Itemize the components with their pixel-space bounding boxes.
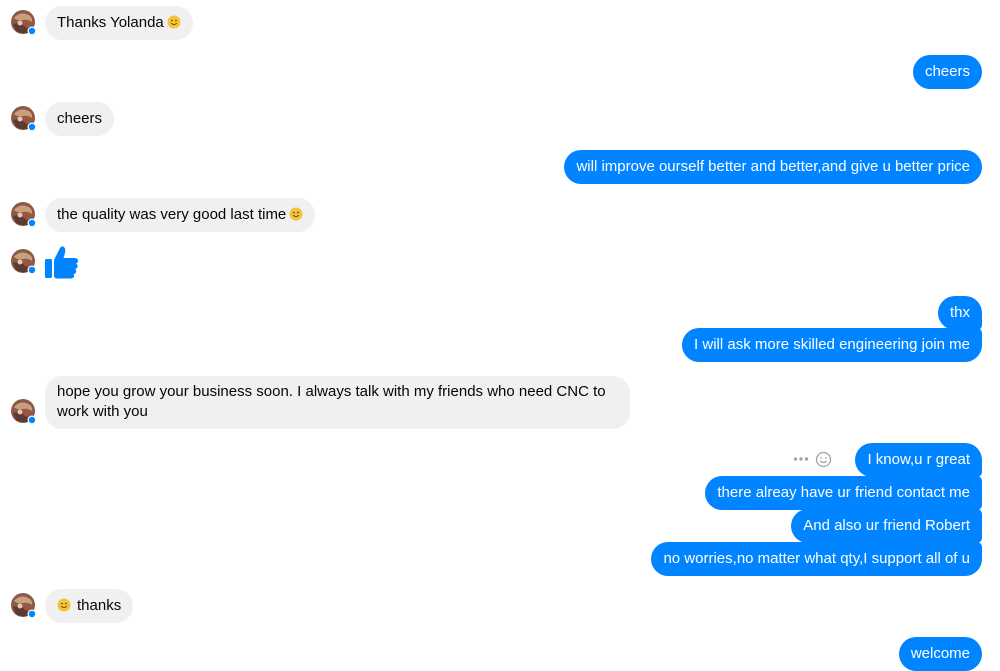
message-incoming[interactable]: thanks [45,589,134,623]
message-outgoing[interactable]: thx [937,296,982,330]
message-outgoing[interactable]: I know,u r great [855,443,982,477]
contact-avatar[interactable] [11,249,37,275]
message-incoming[interactable]: the quality was very good last time [45,198,316,232]
slightly-smiling-face-icon [167,15,181,29]
avatar-photo-icon [11,593,37,619]
message-outgoing[interactable]: no worries,no matter what qty,I support … [651,542,982,576]
message-incoming[interactable]: Thanks Yolanda [45,6,193,40]
contact-avatar[interactable] [11,202,37,228]
avatar-photo-icon [11,106,37,132]
message-hover-actions [793,450,832,468]
message-text: hope you grow your business soon. I alwa… [57,383,606,420]
contact-avatar[interactable] [11,10,37,36]
message-outgoing[interactable]: And also ur friend Robert [791,509,982,543]
message-text: And also ur friend Robert [803,517,970,534]
contact-avatar[interactable] [11,593,37,619]
message-text: no worries,no matter what qty,I support … [663,550,970,567]
winking-face-icon [289,207,303,221]
contact-avatar[interactable] [11,106,37,132]
message-outgoing[interactable]: I will ask more skilled engineering join… [682,328,982,362]
contact-avatar[interactable] [11,399,37,425]
message-incoming[interactable]: hope you grow your business soon. I alwa… [45,376,630,429]
avatar-photo-icon [11,202,37,228]
message-text: Thanks Yolanda [57,14,164,31]
message-text: will improve ourself better and better,a… [576,158,970,175]
avatar-photo-icon [11,249,37,275]
more-options-icon[interactable] [793,456,809,462]
message-text: cheers [924,63,970,80]
message-outgoing[interactable]: welcome [898,637,982,671]
react-emoji-icon[interactable] [815,451,832,468]
message-text: thx [949,304,970,321]
winking-face-icon [57,598,71,612]
avatar-photo-icon [11,10,37,36]
message-incoming[interactable]: cheers [45,102,115,136]
message-text: I will ask more skilled engineering join… [694,336,970,353]
message-text: welcome [910,645,970,662]
message-text: thanks [77,597,122,614]
message-text: there alreay have ur friend contact me [717,484,970,501]
message-text: cheers [57,110,103,127]
message-outgoing[interactable]: will improve ourself better and better,a… [564,150,982,184]
message-text: the quality was very good last time [57,206,287,223]
message-text: I know,u r great [867,451,970,468]
thumbs-up-icon [45,246,78,279]
message-outgoing[interactable]: there alreay have ur friend contact me [705,476,982,510]
thumbs-up-sticker[interactable] [44,244,80,280]
avatar-photo-icon [11,399,37,425]
message-outgoing[interactable]: cheers [912,55,982,89]
